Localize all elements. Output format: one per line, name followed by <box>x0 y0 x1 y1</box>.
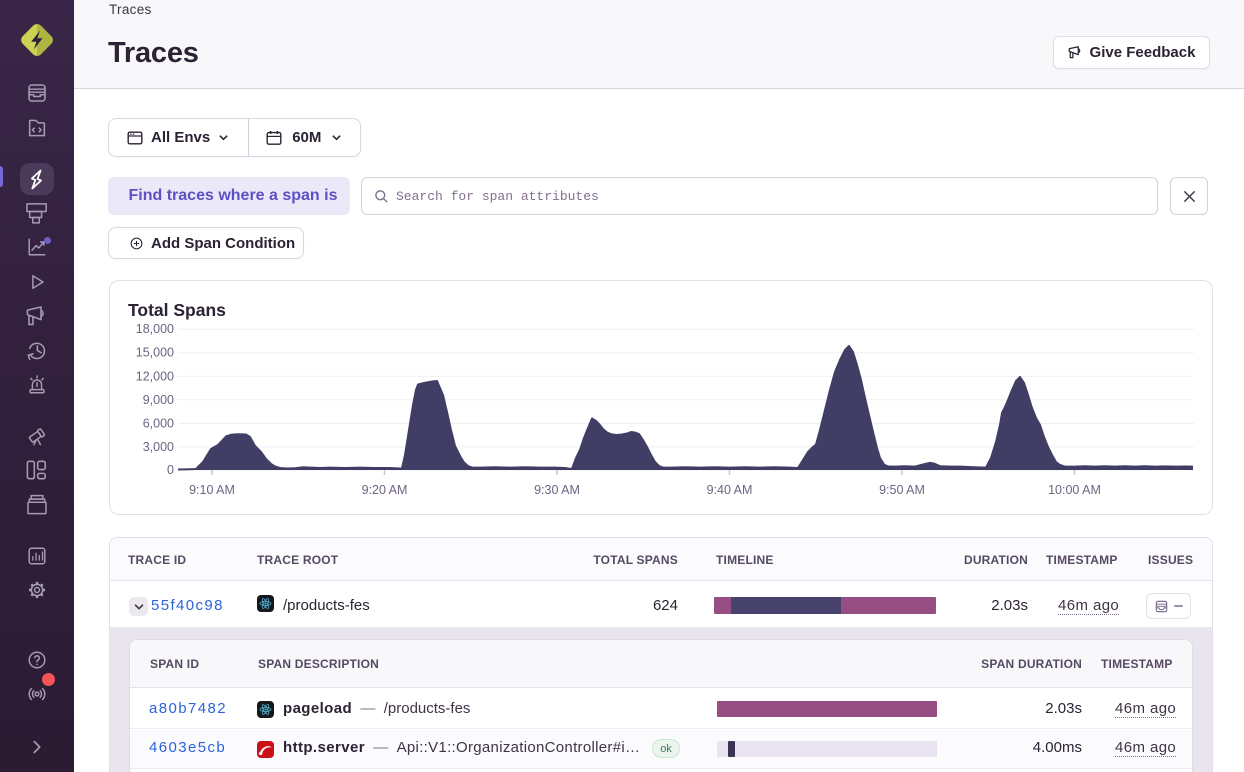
svg-text:9:50 AM: 9:50 AM <box>879 483 925 497</box>
svg-text:9:10 AM: 9:10 AM <box>189 483 235 497</box>
svg-text:10:00 AM: 10:00 AM <box>1048 483 1101 497</box>
svg-text:15,000: 15,000 <box>136 346 174 360</box>
svg-text:9:20 AM: 9:20 AM <box>362 483 408 497</box>
svg-text:18,000: 18,000 <box>136 322 174 336</box>
svg-text:6,000: 6,000 <box>143 416 174 430</box>
svg-text:9,000: 9,000 <box>143 393 174 407</box>
svg-text:3,000: 3,000 <box>143 440 174 454</box>
svg-text:9:40 AM: 9:40 AM <box>707 483 753 497</box>
svg-text:9:30 AM: 9:30 AM <box>534 483 580 497</box>
svg-text:0: 0 <box>167 463 174 477</box>
svg-text:12,000: 12,000 <box>136 369 174 383</box>
